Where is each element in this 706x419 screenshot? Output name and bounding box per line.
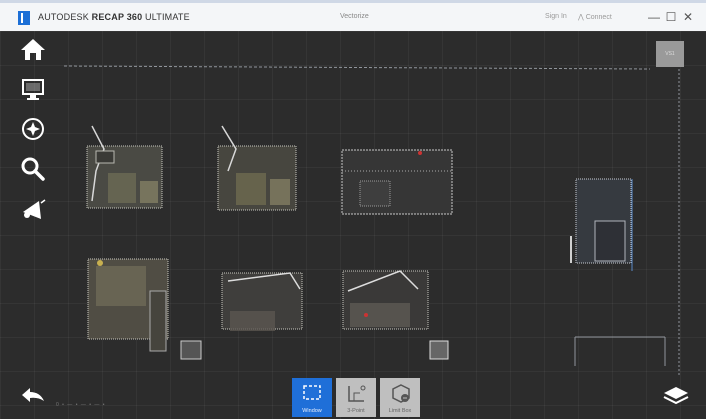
announce-icon bbox=[23, 199, 46, 219]
window-select-tool[interactable]: Window bbox=[292, 378, 332, 417]
search-button[interactable] bbox=[19, 155, 47, 183]
connect-label: Connect bbox=[585, 14, 612, 21]
scan-cluster bbox=[87, 258, 202, 360]
layers-button[interactable] bbox=[662, 384, 690, 408]
home-icon bbox=[21, 39, 45, 60]
minimize-button[interactable]: — bbox=[646, 8, 662, 26]
brand-prefix: AUTODESK bbox=[38, 12, 89, 22]
connect-menu[interactable]: ⋀ Connect bbox=[578, 13, 612, 21]
scan-cluster bbox=[217, 125, 297, 211]
sign-in-link[interactable]: Sign In bbox=[545, 13, 567, 20]
scan-cluster bbox=[86, 125, 163, 209]
limit-box-tool[interactable]: Limit Box bbox=[380, 378, 420, 417]
selection-toolbar: Window 3-Point Limit Box bbox=[292, 378, 420, 417]
scan-cluster bbox=[341, 149, 453, 215]
window-select-icon bbox=[303, 385, 321, 400]
scan-cluster bbox=[570, 178, 633, 271]
navigate-button[interactable] bbox=[19, 115, 47, 143]
limit-box-icon bbox=[392, 384, 410, 403]
brand-suffix: ULTIMATE bbox=[145, 12, 190, 22]
scale-bar: 0 • — • — • — • bbox=[56, 402, 106, 408]
maximize-button[interactable]: ☐ bbox=[663, 8, 679, 26]
connect-icon: ⋀ bbox=[578, 14, 586, 21]
document-title: Vectorize bbox=[340, 13, 369, 20]
home-button[interactable] bbox=[19, 35, 47, 63]
window-select-label: Window bbox=[302, 408, 322, 414]
three-point-tool[interactable]: 3-Point bbox=[336, 378, 376, 417]
navigate-icon bbox=[22, 118, 44, 140]
display-icon bbox=[22, 79, 44, 100]
title-bar: AUTODESK RECAP 360 ULTIMATE Vectorize Si… bbox=[0, 0, 706, 31]
layers-icon bbox=[663, 387, 689, 405]
three-point-label: 3-Point bbox=[347, 408, 365, 414]
brand-product: RECAP 360 bbox=[91, 12, 143, 22]
close-button[interactable]: ✕ bbox=[680, 8, 696, 26]
point-cloud-scan bbox=[63, 65, 680, 376]
app-brand: AUTODESK RECAP 360 ULTIMATE bbox=[38, 12, 190, 22]
scan-cluster bbox=[221, 272, 303, 331]
view-cube-badge[interactable]: VS1 bbox=[656, 41, 684, 67]
search-icon bbox=[21, 157, 45, 181]
back-arrow-icon bbox=[22, 388, 44, 402]
limit-box-label: Limit Box bbox=[388, 408, 412, 414]
back-button[interactable] bbox=[18, 383, 48, 407]
announce-button[interactable] bbox=[19, 195, 47, 223]
display-settings-button[interactable] bbox=[19, 75, 47, 103]
three-point-icon bbox=[348, 385, 366, 402]
autodesk-logo-icon bbox=[18, 11, 30, 25]
scan-cluster bbox=[342, 270, 449, 360]
